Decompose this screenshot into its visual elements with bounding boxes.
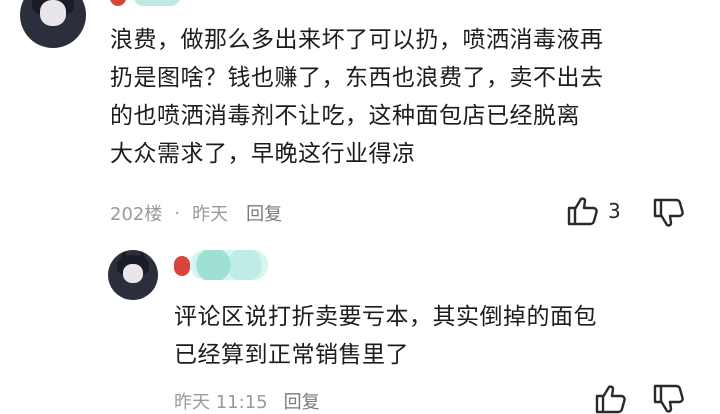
- comment-body: 浪费，做那么多出来坏了可以扔，喷洒消毒液再 扔是图啥？钱也赚了，东西也浪费了，卖…: [110, 21, 710, 173]
- reply-avatar[interactable]: [108, 250, 158, 300]
- username-blur: [190, 250, 268, 280]
- comment-line: 浪费，做那么多出来坏了可以扔，喷洒消毒液再: [110, 27, 604, 53]
- comment-line: 评论区说打折卖要亏本，其实倒掉的面包: [174, 304, 597, 330]
- dislike-button[interactable]: [652, 198, 686, 228]
- like-count: 3: [608, 199, 621, 223]
- floor-number: 202楼: [110, 204, 163, 225]
- reply-meta: 昨天 11:15 回复: [174, 388, 320, 414]
- comment-line: 大众需求了，早晚这行业得凉: [110, 141, 416, 167]
- user-badge: [110, 0, 126, 6]
- like-button[interactable]: 3: [566, 196, 621, 226]
- username-blur: [134, 0, 180, 6]
- comment-time: 昨天: [192, 204, 229, 225]
- comment-line: 扔是图啥？钱也赚了，东西也浪费了，卖不出去: [110, 65, 604, 91]
- avatar[interactable]: [20, 0, 86, 48]
- thumbs-up-icon: [566, 196, 600, 226]
- comment-line: 的也喷洒消毒剂不让吃，这种面包店已经脱离: [110, 103, 580, 129]
- thumbs-down-icon: [652, 198, 686, 228]
- meta-separator: ·: [174, 202, 181, 224]
- reply-time: 昨天 11:15: [174, 392, 268, 413]
- user-badge: [174, 256, 190, 276]
- comment-meta: 202楼 · 昨天 回复: [110, 200, 282, 226]
- reply-button[interactable]: 回复: [246, 200, 282, 226]
- reply-button[interactable]: 回复: [284, 388, 320, 414]
- reply-body: 评论区说打折卖要亏本，其实倒掉的面包 已经算到正常销售里了: [174, 298, 704, 374]
- comment-line: 已经算到正常销售里了: [174, 342, 409, 368]
